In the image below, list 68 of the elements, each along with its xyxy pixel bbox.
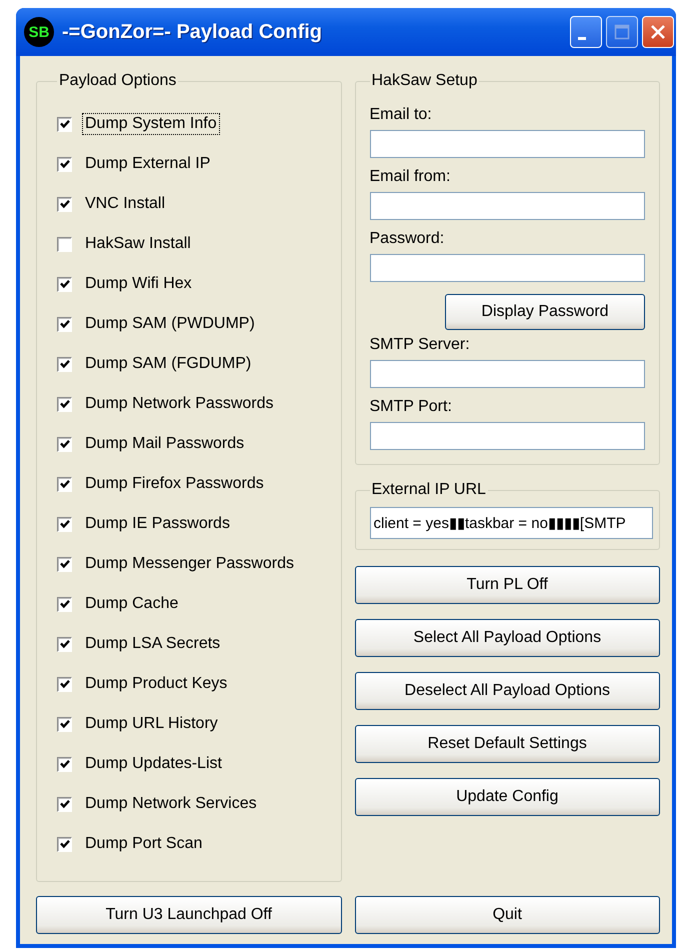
checkbox[interactable] xyxy=(57,556,72,572)
checkbox[interactable] xyxy=(57,756,72,772)
close-button[interactable] xyxy=(642,16,674,48)
checkbox[interactable] xyxy=(57,836,72,852)
checkbox-label[interactable]: Dump Port Scan xyxy=(82,833,206,855)
input-field[interactable] xyxy=(370,422,645,450)
action-button[interactable]: Reset Default Settings xyxy=(354,725,660,763)
input-field[interactable] xyxy=(370,192,645,220)
action-button[interactable]: Update Config xyxy=(354,778,660,816)
checkbox[interactable] xyxy=(57,356,72,372)
checkbox-label[interactable]: HakSaw Install xyxy=(82,233,194,255)
field-label: SMTP Port: xyxy=(370,398,453,416)
quit-button[interactable]: Quit xyxy=(354,896,660,934)
field-label: Email to: xyxy=(370,106,433,124)
minimize-button[interactable] xyxy=(570,16,602,48)
checkbox-label[interactable]: Dump Cache xyxy=(82,593,182,615)
checkbox[interactable] xyxy=(57,116,72,132)
display-password-button[interactable]: Display Password xyxy=(445,294,645,330)
url-field[interactable]: client = yes▮▮taskbar = no▮▮▮▮[SMTP xyxy=(370,507,653,539)
action-button[interactable]: Deselect All Payload Options xyxy=(354,672,660,710)
group-title: HakSaw Setup xyxy=(370,72,478,90)
checkbox-label[interactable]: Dump Network Services xyxy=(82,793,260,815)
checkbox[interactable] xyxy=(57,156,72,172)
checkbox[interactable] xyxy=(57,716,72,732)
checkbox-label[interactable]: Dump SAM (FGDUMP) xyxy=(82,353,254,375)
group-title: External IP URL xyxy=(370,481,487,499)
checkbox-label[interactable]: Dump System Info xyxy=(82,113,220,135)
checkbox[interactable] xyxy=(57,596,72,612)
checkbox-label[interactable]: Dump Product Keys xyxy=(82,673,230,695)
checkbox-label[interactable]: Dump Network Passwords xyxy=(82,393,276,415)
checkbox-label[interactable]: Dump Firefox Passwords xyxy=(82,473,267,495)
checkbox-label[interactable]: Dump SAM (PWDUMP) xyxy=(82,313,258,335)
app-logo: SB xyxy=(24,17,54,47)
checkbox[interactable] xyxy=(57,436,72,452)
input-field[interactable] xyxy=(370,254,645,282)
checkbox-label[interactable]: Dump Updates-List xyxy=(82,753,225,775)
action-button[interactable]: Turn PL Off xyxy=(354,566,660,604)
checkbox-label[interactable]: Dump Wifi Hex xyxy=(82,273,195,295)
checkbox[interactable] xyxy=(57,196,72,212)
minimize-icon xyxy=(578,36,586,40)
field-label: Password: xyxy=(370,230,446,248)
checkbox[interactable] xyxy=(57,316,72,332)
checkbox[interactable] xyxy=(57,516,72,532)
checkbox-label[interactable]: Dump Mail Passwords xyxy=(82,433,248,455)
checkbox-label[interactable]: Dump Messenger Passwords xyxy=(82,553,297,575)
close-icon xyxy=(649,23,667,41)
checkbox-label[interactable]: Dump LSA Secrets xyxy=(82,633,224,655)
checkbox[interactable] xyxy=(57,276,72,292)
window-title: -=GonZor=- Payload Config xyxy=(62,20,324,44)
input-field[interactable] xyxy=(370,130,645,158)
checkbox-label[interactable]: VNC Install xyxy=(82,193,168,215)
checkbox[interactable] xyxy=(57,236,72,252)
checkbox-label[interactable]: Dump IE Passwords xyxy=(82,513,233,535)
action-button[interactable]: Select All Payload Options xyxy=(354,619,660,657)
checkbox[interactable] xyxy=(57,476,72,492)
checkbox[interactable] xyxy=(57,796,72,812)
checkbox-label[interactable]: Dump URL History xyxy=(82,713,221,735)
field-label: SMTP Server: xyxy=(370,336,471,354)
input-field[interactable] xyxy=(370,360,645,388)
checkbox[interactable] xyxy=(57,396,72,412)
field-label: Email from: xyxy=(370,168,452,186)
maximize-button[interactable] xyxy=(606,16,638,48)
checkbox-label[interactable]: Dump External IP xyxy=(82,153,214,175)
maximize-icon xyxy=(613,23,631,41)
checkbox[interactable] xyxy=(57,636,72,652)
u3-button[interactable]: Turn U3 Launchpad Off xyxy=(36,896,342,934)
group-title: Payload Options xyxy=(58,72,178,90)
checkbox[interactable] xyxy=(57,676,72,692)
